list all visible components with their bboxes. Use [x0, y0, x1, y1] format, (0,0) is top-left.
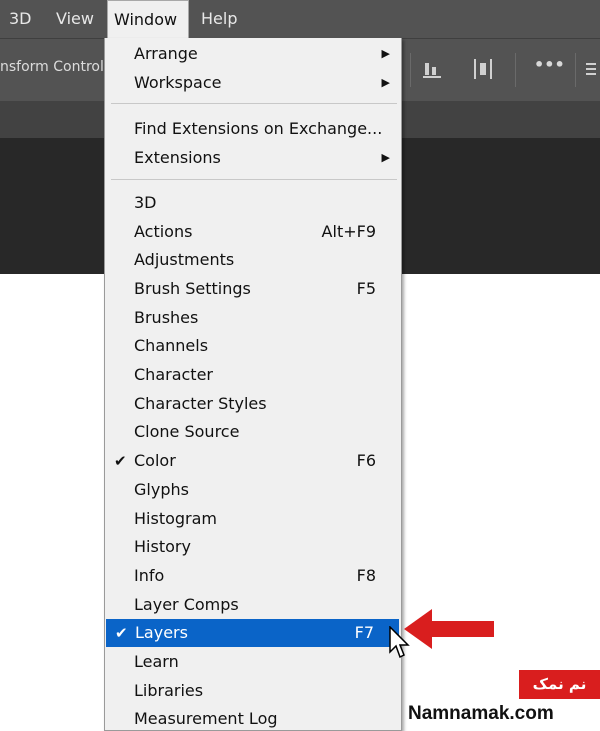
menu-item-info[interactable]: Info F8	[105, 562, 401, 590]
menu-item-label: Arrange	[134, 44, 198, 63]
menu-item-label: Character	[134, 365, 213, 384]
menu-item-clone-source[interactable]: Clone Source	[105, 418, 401, 446]
more-icon[interactable]: •••	[534, 55, 565, 79]
menu-item-label: 3D	[134, 192, 157, 212]
red-arrow-annotation	[404, 609, 494, 649]
transform-controls-label[interactable]: nsform Controls	[0, 59, 111, 75]
menu-item-color[interactable]: ✔ Color F6	[105, 447, 401, 475]
shortcut-label: F7	[354, 623, 374, 643]
submenu-arrow-icon: ▶	[381, 151, 390, 165]
menu-item-label: Channels	[134, 336, 209, 356]
menu-item-label: Measurement Log	[134, 709, 278, 729]
checkmark-icon: ✔	[114, 452, 127, 471]
divider	[515, 53, 516, 87]
menu-item-label: Extensions	[134, 148, 221, 168]
window-menu-dropdown: Arrange ▶ Workspace ▶ Find Extensions on Exc…	[104, 38, 402, 731]
menu-item-label: Libraries	[134, 680, 204, 700]
menu-item-workspace[interactable]: Workspace ▶	[105, 69, 401, 97]
menu-item-label: Color	[134, 451, 176, 471]
menu-item-history[interactable]: History	[105, 533, 401, 561]
menu-item-3d[interactable]: 3D	[105, 189, 401, 217]
shortcut-label: F6	[356, 451, 376, 471]
menu-item-character-styles[interactable]: Character Styles	[105, 390, 401, 418]
menu-item-glyphs[interactable]: Glyphs	[105, 476, 401, 504]
watermark-english: Namnamak.com	[408, 703, 554, 724]
mouse-cursor-icon	[389, 626, 410, 659]
shortcut-label: Alt+F9	[321, 221, 376, 241]
menu-help[interactable]: Help	[195, 0, 243, 38]
menu-divider	[111, 178, 397, 180]
menu-item-layer-comps[interactable]: Layer Comps	[105, 591, 401, 619]
menu-item-character[interactable]: Character	[105, 361, 401, 389]
menubar: 3D View Window Help	[0, 0, 600, 39]
menu-item-label: Layers	[135, 623, 188, 643]
menu-item-actions[interactable]: Actions Alt+F9	[105, 218, 401, 246]
menu-item-learn[interactable]: Learn	[105, 648, 401, 676]
shortcut-label: F8	[356, 565, 376, 585]
menu-view[interactable]: View	[50, 0, 100, 38]
align-bottom-icon[interactable]	[422, 57, 442, 81]
menu-item-label: Character Styles	[134, 393, 267, 413]
menu-item-label: Adjustments	[134, 250, 235, 270]
menu-item-label: Find Extensions on Exchange...	[134, 119, 383, 139]
divider	[410, 53, 411, 87]
menu-item-brushes[interactable]: Brushes	[105, 304, 401, 332]
menu-item-label: Clone Source	[134, 422, 240, 442]
settings-icon[interactable]	[584, 57, 598, 81]
shortcut-label: F5	[356, 278, 376, 298]
menu-item-label: Glyphs	[134, 479, 189, 499]
menu-item-label: Info	[134, 565, 165, 585]
menu-item-adjustments[interactable]: Adjustments	[105, 246, 401, 274]
submenu-arrow-icon: ▶	[381, 75, 390, 89]
menu-item-label: Learn	[134, 652, 179, 671]
menu-item-arrange[interactable]: Arrange ▶	[105, 40, 401, 68]
divider	[575, 53, 576, 87]
menu-item-label: History	[134, 537, 191, 557]
menu-item-label: Actions	[134, 221, 193, 241]
watermark-persian: نم نمک	[519, 670, 600, 699]
menu-item-brush-settings[interactable]: Brush Settings F5	[105, 275, 401, 303]
menu-3d[interactable]: 3D	[3, 0, 38, 38]
menu-item-label: Histogram	[134, 508, 217, 528]
menu-window[interactable]: Window	[107, 0, 189, 38]
checkmark-icon: ✔	[115, 624, 128, 643]
menu-item-libraries[interactable]: Libraries	[105, 677, 401, 705]
menu-item-histogram[interactable]: Histogram	[105, 505, 401, 533]
menu-item-label: Brush Settings	[134, 278, 251, 298]
menu-item-label: Layer Comps	[134, 594, 239, 614]
menu-item-extensions[interactable]: Extensions ▶	[105, 144, 401, 172]
menu-item-label: Workspace	[134, 72, 222, 92]
menu-item-measurement-log[interactable]: Measurement Log	[105, 705, 401, 730]
distribute-icon[interactable]	[472, 57, 494, 81]
menu-divider	[111, 103, 397, 105]
menu-item-find-extensions-on-exchange[interactable]: Find Extensions on Exchange...	[105, 115, 401, 143]
submenu-arrow-icon: ▶	[381, 47, 390, 60]
menu-item-label: Brushes	[134, 307, 199, 327]
menu-item-layers[interactable]: ✔ Layers F7	[106, 619, 399, 648]
menu-item-channels[interactable]: Channels	[105, 332, 401, 360]
